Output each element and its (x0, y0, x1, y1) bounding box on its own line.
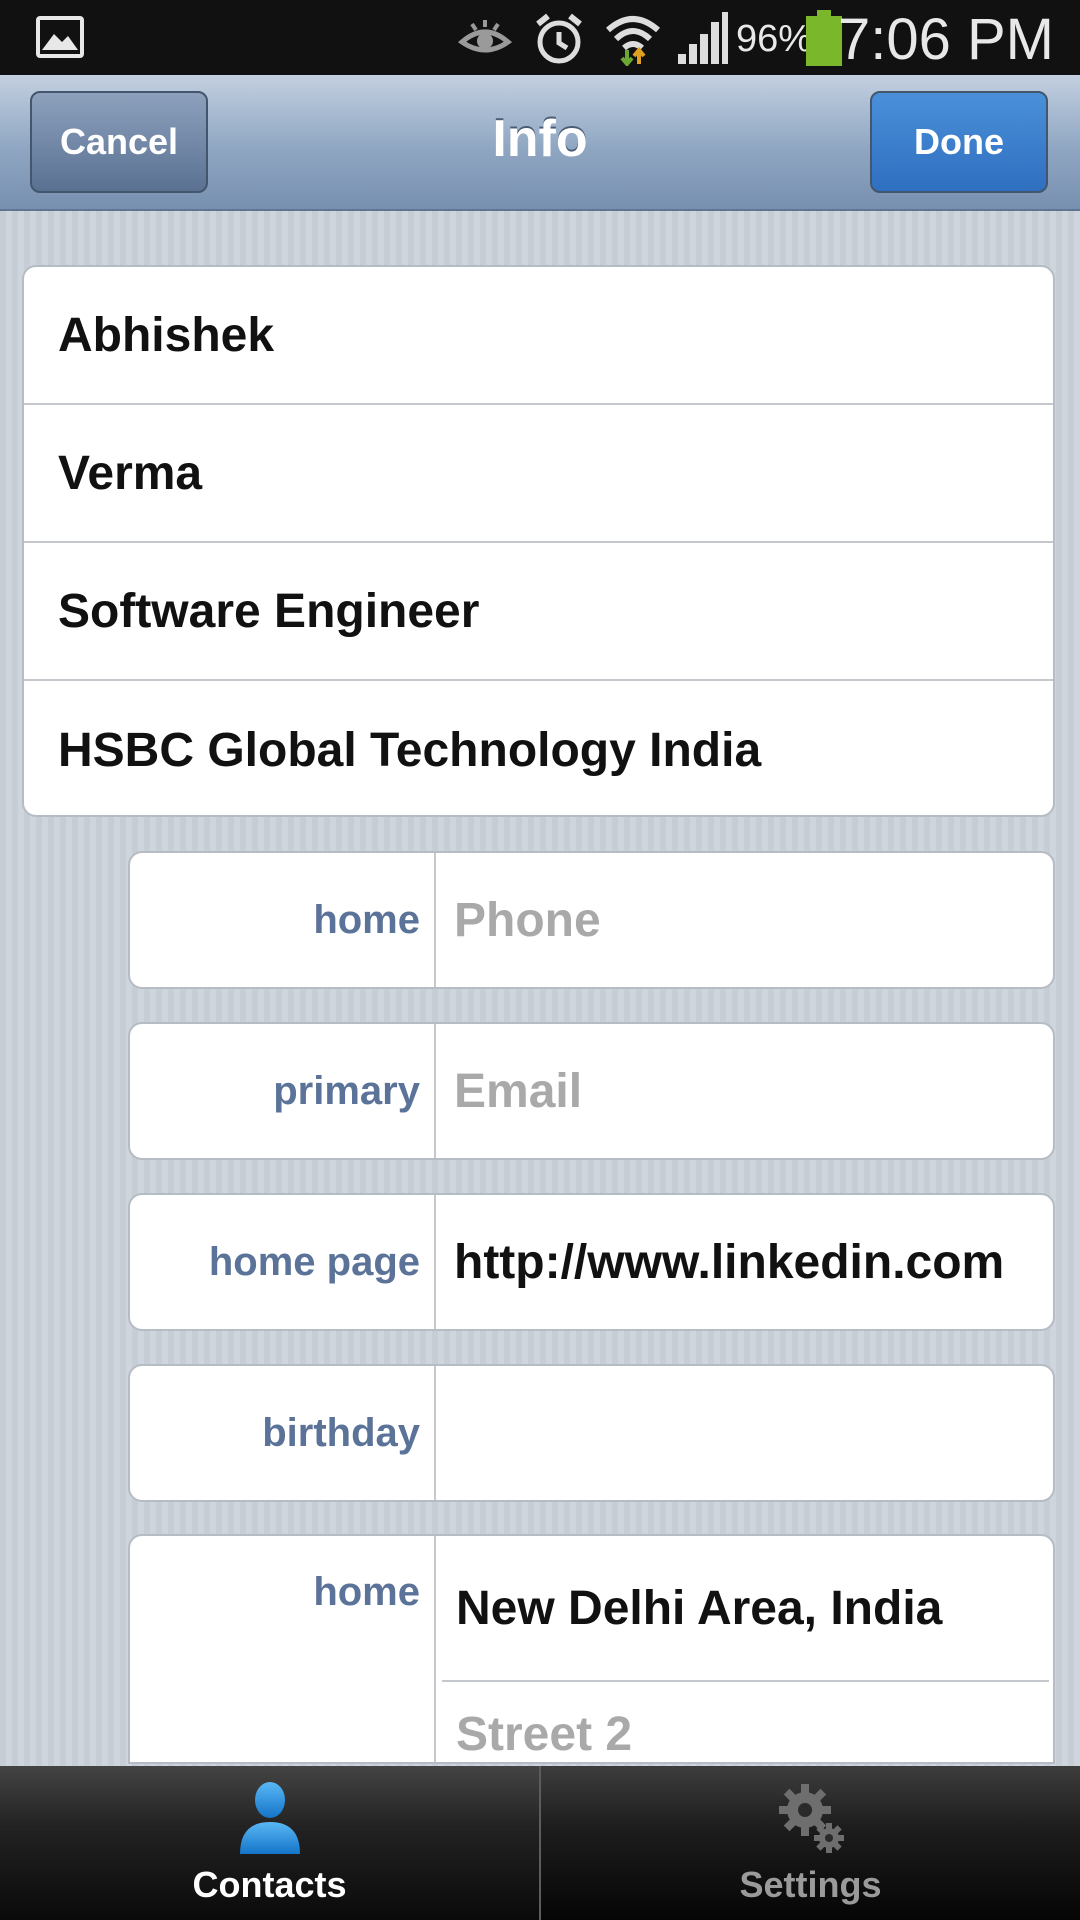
homepage-field[interactable]: http://www.linkedin.com (436, 1195, 1053, 1329)
phone-row: home Phone (128, 851, 1055, 989)
phone-field[interactable]: Phone (436, 853, 1053, 987)
homepage-row: home page http://www.linkedin.com (128, 1193, 1055, 1331)
gallery-icon (36, 16, 84, 58)
status-bar: 96% 7:06 PM (0, 0, 1080, 75)
email-row: primary Email (128, 1022, 1055, 1160)
company-field[interactable]: HSBC Global Technology India (24, 681, 1053, 815)
signal-icon (678, 12, 728, 64)
alarm-icon (536, 13, 582, 64)
birthday-field[interactable] (436, 1366, 1053, 1500)
wifi-icon (606, 16, 660, 66)
address-row: home New Delhi Area, India Street 2 (128, 1534, 1055, 1764)
job-title-field[interactable]: Software Engineer (24, 543, 1053, 681)
tab-bar: Contacts Settings (0, 1766, 1080, 1920)
email-type-label[interactable]: primary (130, 1024, 436, 1158)
phone-type-label[interactable]: home (130, 853, 436, 987)
eye-icon (458, 20, 512, 53)
tab-contacts[interactable]: Contacts (0, 1766, 541, 1920)
battery-icon (806, 10, 842, 66)
done-button[interactable]: Done (870, 91, 1048, 193)
name-card: Abhishek Verma Software Engineer HSBC Gl… (22, 265, 1055, 817)
birthday-label: birthday (130, 1366, 436, 1500)
address-street-field[interactable]: New Delhi Area, India (442, 1536, 1049, 1682)
navigation-bar: Cancel Info Done (0, 75, 1080, 211)
birthday-row: birthday (128, 1364, 1055, 1502)
homepage-type-label[interactable]: home page (130, 1195, 436, 1329)
person-icon (239, 1782, 300, 1854)
battery-percent: 96% (736, 18, 813, 60)
email-field[interactable]: Email (436, 1024, 1053, 1158)
last-name-field[interactable]: Verma (24, 405, 1053, 543)
address-type-label[interactable]: home (130, 1536, 436, 1762)
address-street2-field[interactable]: Street 2 (442, 1684, 1049, 1762)
tab-settings[interactable]: Settings (541, 1766, 1080, 1920)
tab-contacts-label: Contacts (192, 1864, 347, 1905)
gear-icon (778, 1784, 844, 1853)
status-time: 7:06 PM (838, 7, 1054, 72)
first-name-field[interactable]: Abhishek (24, 267, 1053, 405)
tab-settings-label: Settings (739, 1864, 882, 1905)
